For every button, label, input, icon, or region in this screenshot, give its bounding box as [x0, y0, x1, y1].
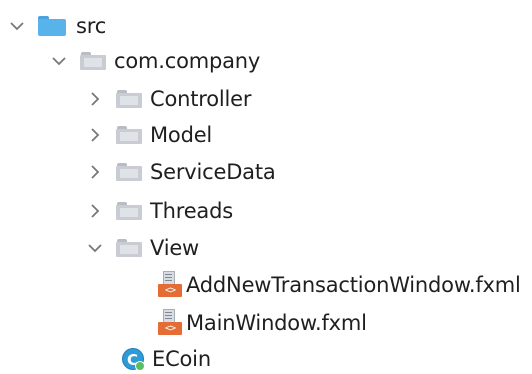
chevron-down-icon[interactable]: [8, 17, 26, 35]
tree-item-label: Controller: [150, 86, 252, 111]
java-class-icon: C: [122, 348, 145, 371]
tree-item-label: Threads: [150, 198, 233, 223]
tree-item-label: com.company: [114, 48, 261, 73]
package-folder-icon: [80, 51, 106, 71]
chevron-right-icon[interactable]: [86, 163, 104, 181]
chevron-right-icon[interactable]: [86, 126, 104, 144]
project-tree: src com.company Controller Model Service…: [0, 0, 532, 374]
chevron-right-icon[interactable]: [86, 202, 104, 220]
chevron-down-icon[interactable]: [86, 239, 104, 257]
tree-item-label: src: [76, 13, 107, 38]
tree-item-controller[interactable]: Controller: [86, 80, 252, 118]
tree-item-com-company[interactable]: com.company: [50, 42, 260, 80]
tree-item-label: MainWindow.fxml: [186, 310, 367, 335]
tree-item-label: ServiceData: [150, 159, 276, 184]
package-folder-icon: [116, 162, 142, 182]
package-folder-icon: [116, 125, 142, 145]
tree-item-view[interactable]: View: [86, 229, 199, 267]
chevron-right-icon[interactable]: [86, 90, 104, 108]
package-folder-icon: [116, 201, 142, 221]
tree-item-mainwindow-fxml[interactable]: <> MainWindow.fxml: [158, 304, 367, 342]
tree-item-label: View: [150, 235, 200, 260]
tree-item-servicedata[interactable]: ServiceData: [86, 153, 276, 191]
tree-item-label: Model: [150, 122, 213, 147]
fxml-file-icon: <>: [158, 309, 182, 337]
tree-item-model[interactable]: Model: [86, 116, 212, 154]
tree-item-threads[interactable]: Threads: [86, 192, 233, 230]
tree-item-label: ECoin: [152, 346, 211, 371]
source-folder-icon: [38, 16, 66, 36]
fxml-file-icon: <>: [158, 271, 182, 299]
package-folder-icon: [116, 89, 142, 109]
package-folder-icon: [116, 238, 142, 258]
tree-item-ecoin[interactable]: C ECoin: [122, 340, 211, 374]
tree-item-addnewtransactionwindow-fxml[interactable]: <> AddNewTransactionWindow.fxml: [158, 266, 521, 304]
tree-item-label: AddNewTransactionWindow.fxml: [186, 272, 521, 297]
tree-item-src[interactable]: src: [8, 7, 106, 45]
chevron-down-icon[interactable]: [50, 52, 68, 70]
